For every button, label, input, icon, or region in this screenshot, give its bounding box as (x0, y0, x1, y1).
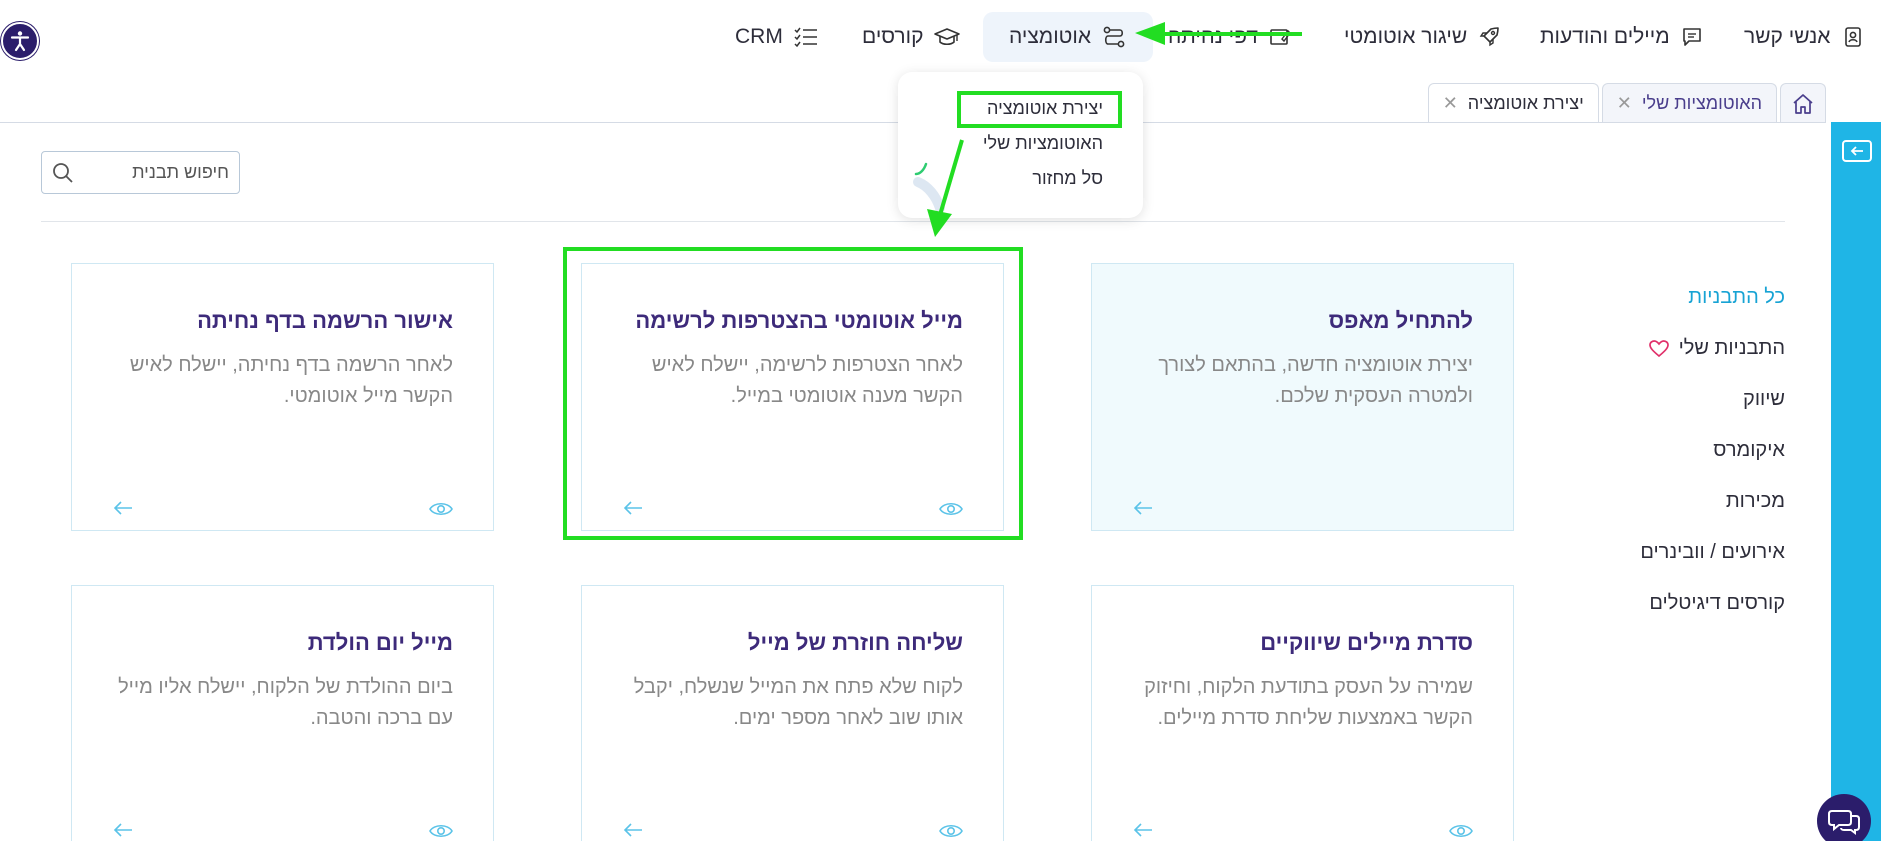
nav-automation[interactable]: אוטומציה (983, 12, 1154, 62)
sidebar-item-my-templates[interactable]: התבניות שלי (1555, 323, 1785, 374)
eye-icon[interactable] (939, 822, 963, 840)
arrow-left-icon (1850, 146, 1863, 156)
card-description: לקוח שלא פתח את המייל שנשלח, יקבל אותו ש… (633, 676, 963, 729)
message-icon (1682, 28, 1701, 46)
chat-button[interactable] (1817, 794, 1871, 841)
arrow-left-icon[interactable] (1132, 822, 1154, 838)
sidebar-item-events[interactable]: אירועים / וובינרים (1555, 527, 1785, 578)
landing-page-icon (1270, 29, 1291, 45)
template-card-landing-confirm[interactable]: אישור הרשמה בדף נחיתה לאחר הרשמה בדף נחי… (71, 263, 494, 531)
template-search (41, 151, 240, 194)
sidebar-item-label: קורסים דיגיטלים (1649, 592, 1785, 614)
right-side-panel (1831, 122, 1881, 841)
annotation-highlight-create (957, 91, 1122, 128)
sidebar-item-label: מכירות (1725, 490, 1785, 512)
nav-landing-pages[interactable]: דפי נחיתה (1168, 12, 1292, 62)
card-description: לאחר הרשמה בדף נחיתה, יישלח לאיש הקשר מי… (129, 354, 453, 407)
annotation-highlight-card (563, 247, 1023, 540)
tab-create-automation[interactable]: יצירת אוטומציה ✕ (1427, 83, 1599, 123)
arrow-left-icon[interactable] (622, 822, 644, 838)
chat-icon (1828, 810, 1860, 835)
tab-create-automation-label: יצירת אוטומציה (1467, 93, 1584, 113)
eye-icon[interactable] (429, 822, 453, 840)
nav-emails[interactable]: מיילים והודעות (1540, 12, 1704, 62)
card-title: שליחה חוזרת של מייל (747, 630, 963, 655)
card-title: מייל יום הולדת (307, 630, 453, 655)
loading-decoration-icon (913, 162, 945, 213)
home-icon (1793, 93, 1813, 114)
sidebar-item-label: איקומרס (1713, 439, 1785, 461)
card-title: אישור הרשמה בדף נחיתה (197, 308, 453, 333)
menu-item-trash[interactable]: סל מחזור (1032, 168, 1103, 189)
eye-icon[interactable] (429, 500, 453, 518)
content-divider (41, 221, 1785, 222)
sidebar-item-ecommerce[interactable]: איקומרס (1555, 425, 1785, 476)
nav-landing-pages-label: דפי נחיתה (1168, 25, 1258, 48)
eye-icon[interactable] (1449, 822, 1473, 840)
collapse-panel-button[interactable] (1842, 140, 1872, 162)
nav-crm-label: CRM (735, 25, 783, 48)
template-card-start-from-scratch[interactable]: להתחיל מאפס יצירת אוטומציה חדשה, בהתאם ל… (1091, 263, 1514, 531)
nav-contacts-label: אנשי קשר (1744, 25, 1831, 48)
automation-icon (1103, 26, 1125, 48)
search-icon[interactable] (52, 162, 74, 184)
sidebar-item-marketing[interactable]: שיווק (1555, 374, 1785, 425)
tab-my-automations-label: האוטומציות שלי (1641, 93, 1762, 113)
arrow-left-icon[interactable] (112, 822, 134, 838)
nav-contacts[interactable]: אנשי קשר (1744, 12, 1865, 62)
sidebar-item-sales[interactable]: מכירות (1555, 476, 1785, 527)
sidebar-item-label: שיווק (1743, 388, 1785, 410)
checklist-icon (794, 27, 817, 48)
tab-my-automations[interactable]: האוטומציות שלי ✕ (1601, 83, 1777, 123)
heart-icon (1648, 339, 1669, 357)
template-card-resend-email[interactable]: שליחה חוזרת של מייל לקוח שלא פתח את המיי… (581, 585, 1004, 841)
template-card-birthday-email[interactable]: מייל יום הולדת ביום ההולדת של הלקוח, ייש… (71, 585, 494, 841)
card-title: סדרת מיילים שיווקיים (1260, 630, 1473, 655)
nav-courses-label: קורסים (862, 25, 924, 48)
sidebar-item-label: אירועים / וובינרים (1640, 541, 1785, 563)
close-icon[interactable]: ✕ (1617, 93, 1632, 114)
card-title: להתחיל מאפס (1328, 308, 1473, 333)
arrow-left-icon[interactable] (1132, 500, 1154, 516)
rocket-icon (1479, 27, 1499, 47)
nav-automation-label: אוטומציה (1009, 25, 1092, 48)
card-description: שמירה על העסק בתודעת הלקוח, וחיזוק הקשר … (1144, 676, 1473, 729)
category-sidebar: כל התבניות התבניות שלי שיווק איקומרס מכי… (1555, 272, 1785, 629)
arrow-left-icon[interactable] (112, 500, 134, 516)
menu-item-my-automations[interactable]: האוטומציות שלי (983, 133, 1103, 154)
graduation-cap-icon (934, 28, 961, 46)
nav-auto-launch-label: שיגור אוטומטי (1344, 25, 1468, 48)
sidebar-item-label: כל התבניות (1688, 286, 1785, 308)
sidebar-item-label: התבניות שלי (1678, 337, 1785, 359)
sidebar-item-all-templates[interactable]: כל התבניות (1555, 272, 1785, 323)
card-description: יצירת אוטומציה חדשה, בהתאם לצורך ולמטרה … (1158, 354, 1473, 407)
nav-crm[interactable]: CRM (735, 12, 819, 62)
top-navigation: אנשי קשר מיילים והודעות שיגור אוטומטי דפ… (0, 0, 1881, 76)
contacts-icon (1844, 27, 1861, 47)
tab-home[interactable] (1780, 83, 1826, 123)
nav-emails-label: מיילים והודעות (1540, 25, 1670, 48)
close-icon[interactable]: ✕ (1443, 93, 1458, 114)
tab-bar: האוטומציות שלי ✕ יצירת אוטומציה ✕ (1425, 83, 1826, 123)
search-input[interactable] (89, 162, 229, 183)
nav-auto-launch[interactable]: שיגור אוטומטי (1344, 12, 1501, 62)
template-card-marketing-series[interactable]: סדרת מיילים שיווקיים שמירה על העסק בתודע… (1091, 585, 1514, 841)
sidebar-item-digital-courses[interactable]: קורסים דיגיטלים (1555, 578, 1785, 629)
card-description: ביום ההולדת של הלקוח, יישלח אליו מייל עם… (118, 676, 453, 729)
nav-courses[interactable]: קורסים (862, 12, 961, 62)
